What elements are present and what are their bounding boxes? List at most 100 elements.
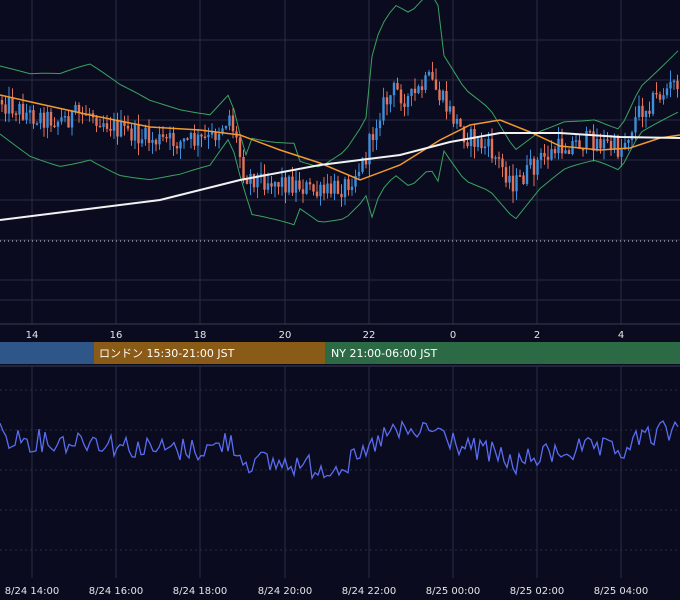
candle-body: [186, 138, 189, 140]
candle-body: [39, 112, 42, 124]
candle-body: [67, 116, 70, 128]
candle-body: [403, 103, 406, 107]
candle-body: [347, 179, 350, 191]
candle-body: [536, 159, 539, 175]
candle-body: [102, 123, 105, 127]
candle-body: [588, 130, 592, 133]
candle-body: [308, 182, 312, 185]
candle-body: [413, 88, 417, 94]
candle-body: [539, 152, 543, 160]
candle-body: [168, 132, 172, 139]
candle-body: [651, 92, 655, 114]
candle-body: [21, 103, 25, 120]
price-x-tick-label: 20: [279, 330, 292, 341]
candle-body: [466, 142, 469, 147]
candle-body: [627, 139, 630, 143]
candle-body: [658, 94, 662, 100]
candle-body: [494, 157, 497, 159]
candle-body: [448, 106, 452, 112]
candle-body: [567, 150, 571, 155]
candle-body: [641, 105, 644, 117]
candle-body: [508, 175, 511, 183]
candle-body: [322, 184, 326, 194]
candle-body: [193, 132, 196, 146]
candle-body: [620, 148, 623, 157]
candle-body: [151, 139, 154, 143]
price-x-tick-label: 2: [534, 330, 540, 341]
candle-body: [511, 175, 515, 192]
candle-body: [420, 86, 424, 90]
candle-body: [333, 180, 336, 194]
candle-body: [301, 189, 305, 194]
price-x-tick-label: 18: [194, 330, 207, 341]
candle-body: [266, 183, 270, 190]
candle-body: [357, 171, 361, 176]
candle-body: [126, 125, 130, 129]
candle-body: [53, 125, 56, 128]
candle-body: [375, 128, 378, 141]
candle-body: [434, 79, 438, 90]
price-x-tick-label: 0: [450, 330, 456, 341]
candle-body: [452, 106, 455, 124]
candle-body: [63, 116, 67, 118]
candle-body: [116, 119, 119, 137]
candle-body: [371, 134, 375, 141]
candle-body: [0, 100, 4, 105]
osc-x-tick-label: 8/24 14:00: [5, 586, 59, 597]
candle-body: [606, 139, 609, 141]
candle-body: [336, 180, 340, 194]
candle-body: [273, 182, 277, 187]
candle-body: [189, 132, 193, 140]
candle-body: [518, 175, 522, 177]
candle-body: [284, 177, 287, 193]
candle-body: [179, 141, 182, 149]
osc-x-tick-label: 8/24 22:00: [342, 586, 396, 597]
candle-body: [7, 97, 11, 114]
candle-body: [410, 88, 413, 97]
candle-body: [119, 121, 123, 137]
candle-body: [280, 177, 284, 187]
candle-body: [399, 89, 403, 104]
osc-x-tick-label: 8/25 02:00: [510, 586, 564, 597]
candle-body: [550, 149, 553, 160]
session-tokyo-bar: [0, 342, 94, 364]
candle-body: [424, 75, 427, 90]
candle-body: [630, 132, 634, 140]
candle-body: [483, 146, 487, 149]
candle-body: [130, 128, 133, 141]
candle-body: [60, 117, 63, 122]
candle-body: [252, 173, 256, 188]
candle-body: [217, 133, 221, 141]
candle-body: [196, 134, 200, 146]
candle-body: [616, 137, 620, 157]
candle-body: [25, 112, 28, 120]
candle-body: [182, 138, 186, 142]
candle-body: [137, 124, 140, 144]
candle-body: [109, 128, 112, 131]
candle-body: [445, 90, 448, 112]
session-bar: ロンドン 15:30-21:00 JST NY 21:00-06:00 JST: [0, 342, 680, 364]
candle-body: [532, 158, 536, 175]
candle-body: [312, 184, 315, 192]
price-x-tick-label: 22: [363, 330, 376, 341]
candle-body: [74, 104, 77, 112]
candle-body: [231, 115, 235, 132]
candle-body: [270, 183, 273, 187]
candle-body: [599, 139, 602, 149]
candle-body: [18, 103, 21, 115]
candle-body: [224, 125, 228, 129]
candle-body: [417, 86, 420, 94]
candle-body: [459, 118, 462, 127]
candle-body: [70, 111, 74, 128]
candle-body: [515, 175, 518, 192]
candle-body: [487, 138, 490, 147]
candle-body: [28, 110, 32, 113]
candle-body: [42, 112, 46, 128]
candle-body: [154, 139, 158, 145]
candle-body: [501, 158, 504, 168]
candle-body: [672, 80, 676, 83]
candle-body: [175, 145, 179, 149]
candle-body: [602, 139, 606, 149]
candle-body: [609, 140, 613, 150]
candle-body: [287, 176, 291, 193]
